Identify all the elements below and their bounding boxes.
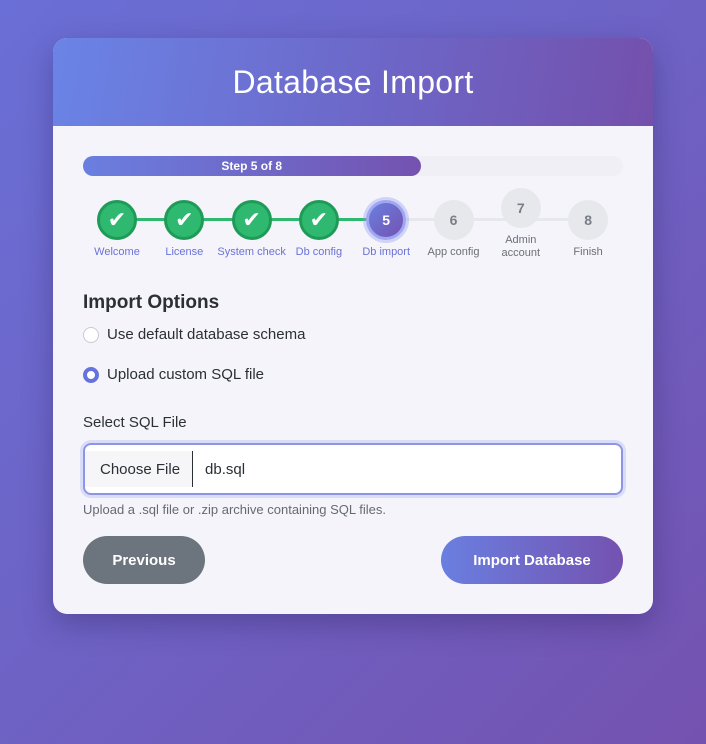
step-indicator: ✔ Welcome ✔ License ✔ System check ✔ Db config 5… — [83, 188, 623, 282]
import-options-title: Import Options — [83, 292, 220, 313]
option-label: Use default database schema — [107, 326, 306, 343]
progress-fill: Step 5 of 8 — [83, 156, 421, 176]
option-default-schema[interactable]: Use default database schema — [83, 326, 305, 343]
progress-bar: Step 5 of 8 — [83, 156, 623, 176]
step-number: 8 — [568, 200, 609, 240]
step-label: Admin account — [501, 234, 541, 259]
radio-default-schema[interactable] — [83, 326, 99, 343]
step-label: Finish — [573, 246, 603, 258]
step-number: 7 — [500, 188, 541, 228]
option-label: Upload custom SQL file — [107, 366, 265, 383]
step-number: 6 — [433, 200, 474, 240]
previous-button[interactable]: Previous — [83, 536, 205, 584]
selected-file-name: db.sql — [205, 460, 246, 478]
page-title: Database Import — [232, 63, 474, 100]
check-icon: ✔ — [231, 200, 272, 240]
install-card: Database Import Step 5 of 8 ✔ Welcome ✔ Lic… — [53, 38, 653, 614]
check-icon: ✔ — [298, 200, 339, 240]
file-help-text: Upload a .sql file or .zip archive conta… — [83, 502, 387, 517]
sql-file-input[interactable]: Choose File db.sql — [83, 443, 623, 495]
step-finish: 8 Finish — [548, 200, 628, 259]
step-number: 5 — [366, 200, 407, 240]
option-custom-sql[interactable]: Upload custom SQL file — [83, 366, 264, 383]
check-icon: ✔ — [97, 200, 137, 240]
import-database-button[interactable]: Import Database — [441, 536, 623, 584]
choose-file-button[interactable]: Choose File — [85, 451, 194, 487]
check-icon: ✔ — [164, 200, 205, 240]
card-header: Database Import — [53, 38, 653, 126]
radio-custom-sql[interactable] — [83, 366, 99, 383]
sql-file-label: Select SQL File — [83, 414, 187, 431]
